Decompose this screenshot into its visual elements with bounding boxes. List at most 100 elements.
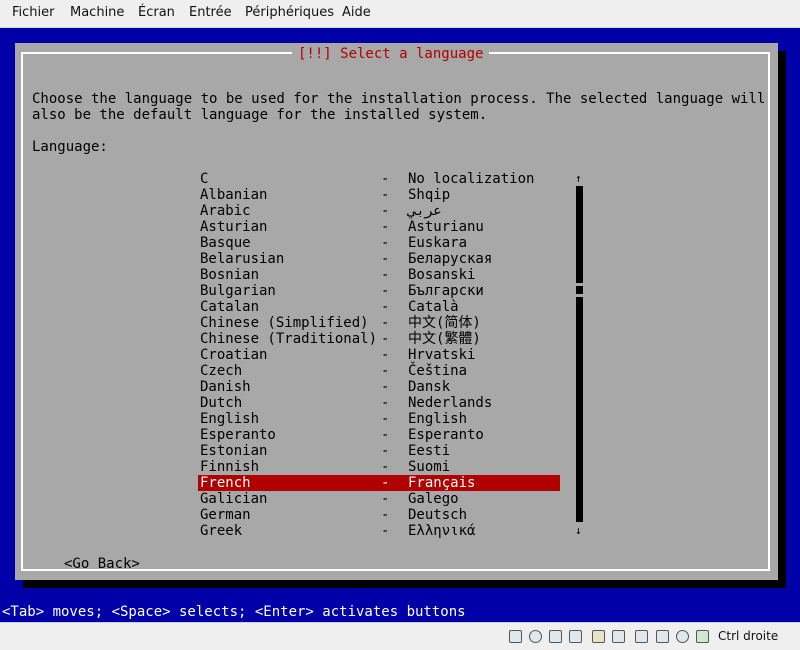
menu-entree[interactable]: Entrée (189, 5, 232, 20)
language-name: Chinese (Traditional) (200, 331, 378, 347)
optical-drive-icon[interactable] (529, 630, 542, 643)
language-separator: - (381, 427, 390, 443)
menu-aide[interactable]: Aide (342, 5, 371, 20)
language-native-name: No localization (408, 171, 535, 187)
language-separator: - (381, 523, 390, 539)
language-list: C - No localization Albanian - Shqip Arabic - عر… (198, 171, 560, 539)
language-name: Chinese (Simplified) (200, 315, 369, 331)
language-name: Dutch (200, 395, 243, 411)
language-name: C (200, 171, 209, 187)
host-key-label: Ctrl droite (718, 629, 779, 643)
dialog-title-box: [!!] Select a language (292, 43, 490, 62)
language-row[interactable]: Albanian - Shqip (198, 187, 560, 203)
language-separator: - (381, 219, 390, 235)
language-name: Finnish (200, 459, 260, 475)
intro-text-line1: Choose the language to be used for the i… (32, 91, 766, 107)
language-native-name: Nederlands (408, 395, 493, 411)
language-row[interactable]: Finnish - Suomi (198, 459, 560, 475)
language-name: Belarusian (200, 251, 285, 267)
language-name: Esperanto (200, 427, 276, 443)
language-row[interactable]: German - Deutsch (198, 507, 560, 523)
download-icon[interactable] (696, 630, 709, 643)
scroll-up-arrow-icon[interactable]: ↑ (575, 173, 582, 184)
language-native-name: Dansk (408, 379, 451, 395)
language-row[interactable]: Estonian - Eesti (198, 443, 560, 459)
scroll-down-arrow-icon[interactable]: ↓ (575, 525, 582, 536)
language-separator: - (381, 267, 390, 283)
scrollbar-track[interactable] (576, 186, 583, 522)
language-separator: - (381, 203, 390, 219)
language-native-name: Беларуская (408, 251, 493, 267)
language-name: Greek (200, 523, 243, 539)
language-row[interactable]: Greek - Ελληνικά (198, 523, 560, 539)
recording-icon[interactable] (656, 630, 669, 643)
language-separator: - (381, 411, 390, 427)
language-name: Catalan (200, 299, 260, 315)
language-row[interactable]: Belarusian - Беларуская (198, 251, 560, 267)
language-row[interactable]: Bosnian - Bosanski (198, 267, 560, 283)
vm-screen: [!!] Select a language Choose the langua… (0, 28, 800, 622)
language-row[interactable]: Esperanto - Esperanto (198, 427, 560, 443)
language-separator: - (381, 347, 390, 363)
language-name: Asturian (200, 219, 268, 235)
folder-icon[interactable] (592, 630, 605, 643)
display-icon[interactable] (635, 630, 648, 643)
language-native-name: Eesti (408, 443, 451, 459)
language-native-name: 中文(繁體) (408, 331, 481, 347)
language-row[interactable]: C - No localization (198, 171, 560, 187)
language-name: English (200, 411, 260, 427)
language-name: Albanian (200, 187, 268, 203)
language-native-name: Hrvatski (408, 347, 476, 363)
language-row[interactable]: Chinese (Simplified) - 中文(简体) (198, 315, 560, 331)
language-name: Arabic (200, 203, 251, 219)
language-row[interactable]: Chinese (Traditional) - 中文(繁體) (198, 331, 560, 347)
menu-ecran[interactable]: Écran (138, 5, 175, 20)
language-name: German (200, 507, 251, 523)
menu-peripheriques[interactable]: Périphériques (245, 5, 334, 20)
language-separator: - (381, 283, 390, 299)
language-native-name: Asturianu (408, 219, 484, 235)
language-row[interactable]: Asturian - Asturianu (198, 219, 560, 235)
language-native-name: Suomi (408, 459, 451, 475)
language-name: Estonian (200, 443, 268, 459)
language-row[interactable]: Arabic - عربي (198, 203, 560, 219)
language-separator: - (381, 171, 390, 187)
language-separator: - (381, 491, 390, 507)
language-row[interactable]: Czech - Čeština (198, 363, 560, 379)
language-name: Basque (200, 235, 251, 251)
scrollbar-thumb[interactable] (576, 283, 583, 297)
language-separator: - (381, 507, 390, 523)
language-native-name: Esperanto (408, 427, 484, 443)
language-native-name: Bosanski (408, 267, 476, 283)
language-name: Galician (200, 491, 268, 507)
language-separator: - (381, 379, 390, 395)
shared-folder-icon[interactable] (612, 630, 625, 643)
pen-icon[interactable] (569, 630, 582, 643)
language-row[interactable]: Danish - Dansk (198, 379, 560, 395)
language-native-name: عربي (408, 203, 442, 219)
language-row[interactable]: Bulgarian - Български (198, 283, 560, 299)
language-row[interactable]: French - Français (198, 475, 560, 491)
language-row[interactable]: English - English (198, 411, 560, 427)
language-row[interactable]: Galician - Galego (198, 491, 560, 507)
hard-disk-icon[interactable] (509, 630, 522, 643)
language-separator: - (381, 443, 390, 459)
language-separator: - (381, 251, 390, 267)
language-separator: - (381, 315, 390, 331)
audio-icon[interactable] (549, 630, 562, 643)
language-label: Language: (32, 139, 108, 155)
go-back-button[interactable]: <Go Back> (64, 556, 140, 572)
language-row[interactable]: Dutch - Nederlands (198, 395, 560, 411)
menu-fichier[interactable]: Fichier (12, 5, 55, 20)
language-name: Bulgarian (200, 283, 276, 299)
language-row[interactable]: Catalan - Català (198, 299, 560, 315)
cpu-icon[interactable] (676, 630, 689, 643)
language-row[interactable]: Croatian - Hrvatski (198, 347, 560, 363)
language-separator: - (381, 363, 390, 379)
language-name: Bosnian (200, 267, 260, 283)
language-native-name: Euskara (408, 235, 468, 251)
language-row[interactable]: Basque - Euskara (198, 235, 560, 251)
menu-machine[interactable]: Machine (70, 5, 124, 20)
language-native-name: Galego (408, 491, 459, 507)
language-native-name: Català (408, 299, 459, 315)
